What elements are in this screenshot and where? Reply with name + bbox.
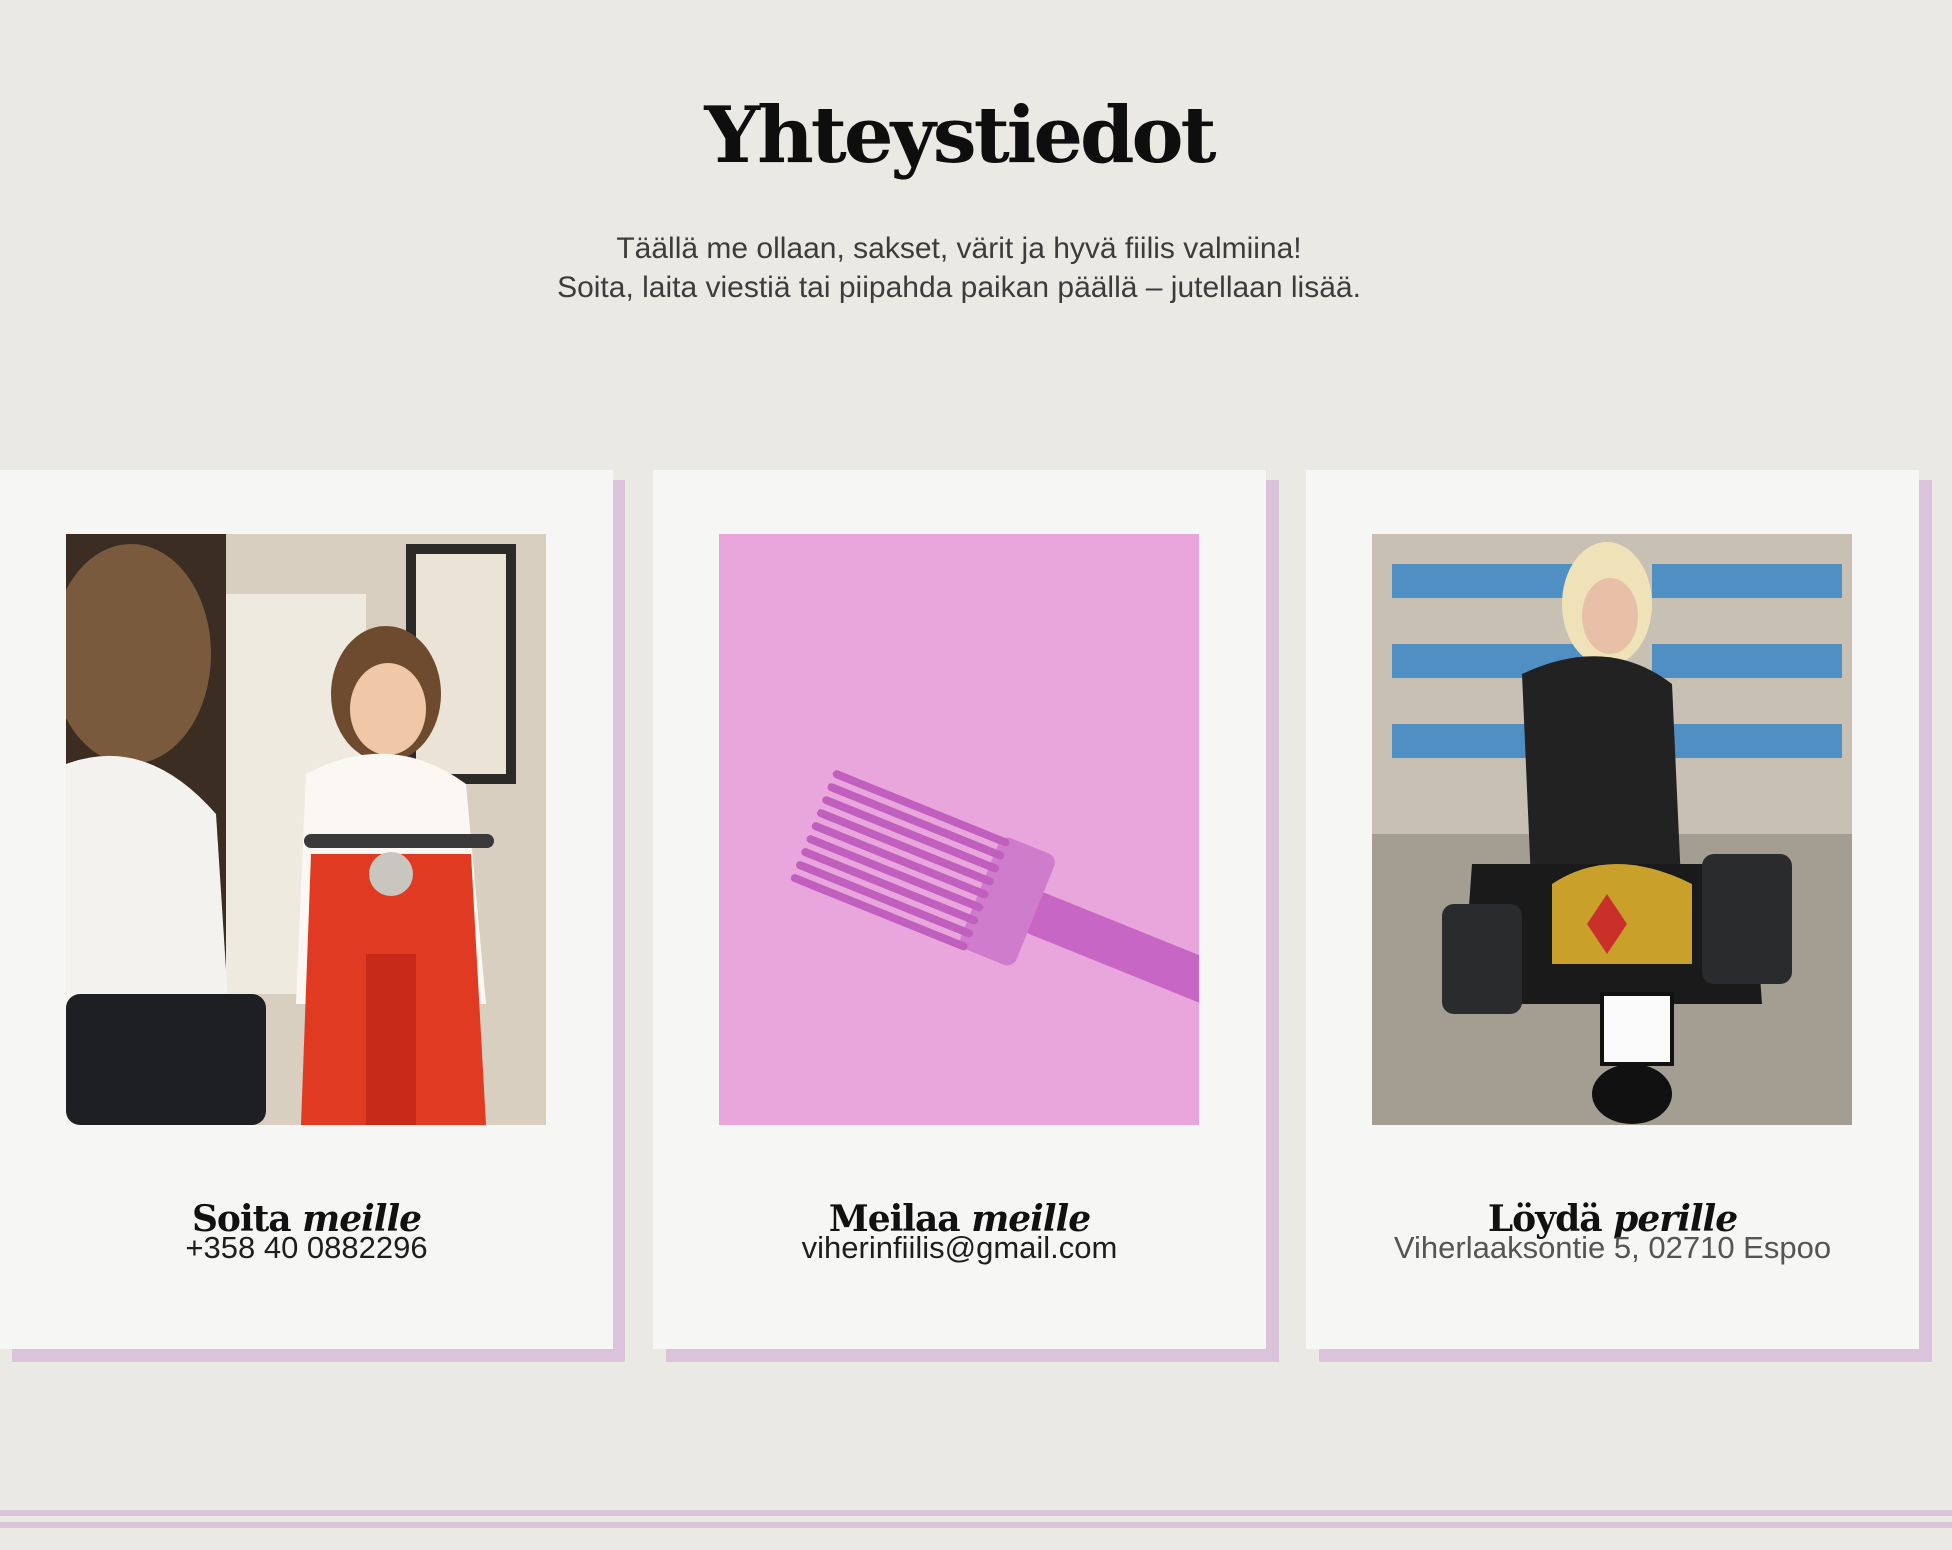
- intro-line-1: Täällä me ollaan, sakset, värit ja hyvä …: [616, 232, 1302, 265]
- page-title: Yhteystiedot: [704, 90, 1216, 181]
- intro-text: Täällä me ollaan, sakset, värit ja hyvä …: [0, 229, 1918, 307]
- child-on-red-scooter-photo: [66, 534, 546, 1125]
- phone-number-link[interactable]: +358 40 0882296: [0, 1230, 613, 1266]
- card-phone: Soita meille +358 40 0882296: [0, 470, 613, 1349]
- email-link[interactable]: viherinfiilis@gmail.com: [653, 1230, 1266, 1266]
- footer-divider-bottom: [0, 1522, 1952, 1528]
- card-address: Löydä perille Viherlaaksontie 5, 02710 E…: [1306, 470, 1919, 1349]
- card-email: Meilaa meille viherinfiilis@gmail.com: [653, 470, 1266, 1349]
- footer-divider-top: [0, 1510, 1952, 1516]
- pink-comb-photo: [719, 534, 1199, 1125]
- intro-line-2: Soita, laita viestiä tai piipahda paikan…: [557, 271, 1361, 304]
- woman-on-motorcycle-photo: [1372, 534, 1852, 1125]
- address-link[interactable]: Viherlaaksontie 5, 02710 Espoo: [1306, 1230, 1919, 1266]
